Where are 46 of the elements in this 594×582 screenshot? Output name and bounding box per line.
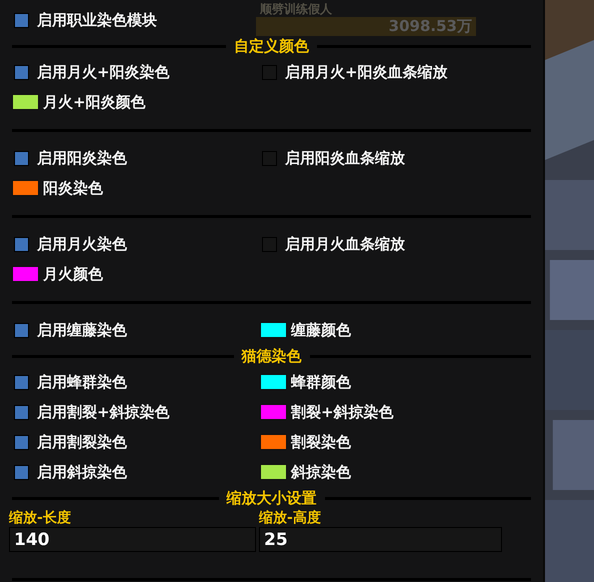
checkbox-label: 启用月火染色 xyxy=(37,234,127,254)
swatch-label: 月火+阳炎颜色 xyxy=(43,92,146,112)
color-swatch[interactable] xyxy=(12,180,39,196)
swatch-label: 斜掠染色 xyxy=(291,462,351,482)
checkbox-label: 启用月火+阳炎染色 xyxy=(37,62,170,82)
checkbox[interactable] xyxy=(14,12,29,28)
checkbox-label: 启用职业染色模块 xyxy=(37,10,157,30)
checkbox-label: 启用割裂+斜掠染色 xyxy=(37,402,170,422)
checkbox-label: 启用月火+阳炎血条缩放 xyxy=(285,62,448,82)
swatch-label: 割裂染色 xyxy=(291,432,351,452)
checkbox-label: 启用缠藤染色 xyxy=(37,320,127,340)
health-value: 3098.53万 xyxy=(388,17,473,36)
swatch-label: 割裂+斜掠染色 xyxy=(291,402,394,422)
color-swatch[interactable] xyxy=(260,374,287,390)
section-title: 缩放大小设置 xyxy=(226,488,316,508)
field-label: 缩放-高度 xyxy=(259,509,322,527)
checkbox[interactable] xyxy=(14,434,29,450)
checkbox[interactable] xyxy=(14,64,29,80)
color-swatch[interactable] xyxy=(260,322,287,338)
section-title: 自定义颜色 xyxy=(234,36,309,56)
input-field[interactable]: 140 xyxy=(9,527,256,552)
checkbox[interactable] xyxy=(14,374,29,390)
section-title: 猫德染色 xyxy=(242,346,302,366)
checkbox-label: 启用阳炎血条缩放 xyxy=(285,148,405,168)
swatch-label: 月火颜色 xyxy=(43,264,103,284)
checkbox[interactable] xyxy=(14,404,29,420)
field-label: 缩放-长度 xyxy=(9,509,72,527)
color-swatch[interactable] xyxy=(12,266,39,282)
swatch-label: 缠藤颜色 xyxy=(291,320,351,340)
color-swatch[interactable] xyxy=(260,404,287,420)
checkbox[interactable] xyxy=(14,150,29,166)
checkbox-label: 启用斜掠染色 xyxy=(37,462,127,482)
checkbox-label: 启用蜂群染色 xyxy=(37,372,127,392)
checkbox-label: 启用月火血条缩放 xyxy=(285,234,405,254)
checkbox[interactable] xyxy=(14,322,29,338)
color-swatch[interactable] xyxy=(12,94,39,110)
checkbox[interactable] xyxy=(14,464,29,480)
checkbox-label: 启用阳炎染色 xyxy=(37,148,127,168)
swatch-label: 阳炎染色 xyxy=(43,178,103,198)
swatch-label: 蜂群颜色 xyxy=(291,372,351,392)
unit-name: 顺劈训练假人 xyxy=(260,1,333,17)
input-field[interactable]: 25 xyxy=(259,527,502,552)
checkbox-label: 启用割裂染色 xyxy=(37,432,127,452)
color-swatch[interactable] xyxy=(260,464,287,480)
checkbox[interactable] xyxy=(14,236,29,252)
color-swatch[interactable] xyxy=(260,434,287,450)
